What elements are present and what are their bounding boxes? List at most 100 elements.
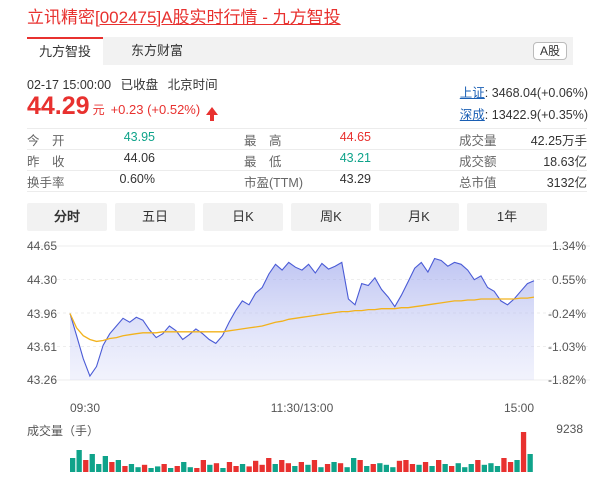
source-tab-bar: 九方智投 东方财富 A股 (27, 37, 573, 65)
index-value: : 13422.9(+0.35%) (484, 108, 588, 122)
stats-row: 换手率 0.60% 市盈(TTM) 43.29 总市值 3132亿 (27, 172, 587, 192)
price-tick: 44.65 (27, 239, 57, 253)
period-1year-button[interactable]: 1年 (467, 203, 547, 231)
volume-bar (148, 468, 154, 472)
price-tick: 43.26 (27, 373, 57, 387)
volume-bar (168, 468, 174, 472)
volume-bar (70, 458, 76, 472)
period-intraday-button[interactable]: 分时 (27, 203, 107, 231)
volume-bar (272, 464, 278, 472)
percent-tick: -0.24% (548, 307, 586, 321)
stat-value: 42.25万手 (530, 134, 587, 148)
stat-value: 0.60% (119, 172, 155, 186)
volume-bar (102, 456, 108, 472)
time-tick: 15:00 (504, 401, 534, 415)
volume-bar (344, 467, 350, 472)
intraday-chart: 44.65 44.30 43.96 43.61 43.26 1.34% 0.55… (27, 239, 590, 472)
volume-bar (155, 466, 161, 472)
volume-bar (200, 460, 206, 472)
volume-bar (409, 464, 416, 472)
stat-label: 成交量 (459, 134, 497, 148)
volume-bar (318, 467, 324, 472)
index-value: : 3468.04(+0.06%) (484, 86, 588, 100)
volume-bar (135, 467, 141, 472)
period-5day-button[interactable]: 五日 (115, 203, 195, 231)
percent-tick: -1.82% (548, 373, 586, 387)
volume-bar (298, 462, 304, 472)
index-name-link[interactable]: 上证 (460, 86, 485, 100)
volume-bar (181, 462, 187, 472)
stat-label: 最 高 (244, 134, 282, 148)
quote-datetime: 02-17 15:00:00 (27, 78, 112, 92)
volume-bar (383, 464, 389, 472)
volume-bar (351, 458, 357, 472)
tab-eastmoney[interactable]: 东方财富 (119, 37, 195, 65)
price-axis-labels: 44.65 44.30 43.96 43.61 43.26 (27, 239, 57, 387)
stats-row: 今 开 43.95 最 高 44.65 成交量 42.25万手 (27, 130, 587, 150)
volume-bar (507, 462, 514, 472)
stat-value: 3132亿 (546, 176, 587, 190)
stock-quote-link[interactable]: [002475]A股实时行情 - 九方智投 (95, 8, 341, 27)
price-tick: 43.96 (27, 307, 57, 321)
volume-bar (141, 464, 148, 472)
volume-bar (187, 467, 193, 472)
volume-bar (161, 464, 167, 472)
period-daily-k-button[interactable]: 日K (203, 203, 283, 231)
volume-bar (305, 464, 311, 472)
volume-bar (475, 460, 481, 472)
period-selector: 分时 五日 日K 周K 月K 1年 (27, 203, 547, 231)
volume-bar (266, 458, 272, 472)
volume-bar (390, 467, 396, 472)
volume-bar (279, 460, 285, 472)
stat-label: 最 低 (244, 155, 282, 169)
volume-bar (436, 460, 442, 472)
time-axis-labels: 09:30 11:30/13:00 15:00 (70, 401, 534, 415)
volume-bar (96, 464, 102, 472)
tab-label: 九方智投 (39, 44, 92, 59)
volume-bar (109, 462, 115, 472)
price-tick: 44.30 (27, 273, 57, 287)
volume-bar (311, 460, 318, 472)
stat-value: 43.95 (123, 130, 155, 144)
tab-label: 东方财富 (131, 43, 184, 58)
quote-meta: 02-17 15:00:00 已收盘 北京时间 (27, 74, 224, 93)
stat-label: 成交额 (459, 155, 497, 169)
volume-bar (429, 466, 435, 472)
volume-bar (76, 450, 82, 472)
stat-label: 换手率 (27, 176, 65, 190)
stat-label: 今 开 (27, 134, 65, 148)
percent-tick: 0.55% (552, 273, 586, 287)
volume-bar (462, 467, 468, 472)
tab-jiufang[interactable]: 九方智投 (27, 37, 104, 65)
volume-bar (416, 464, 422, 472)
volume-bar (396, 460, 403, 472)
volume-bar (292, 466, 298, 472)
index-name-link[interactable]: 深成 (460, 108, 485, 122)
stock-name: 立讯精密 (27, 8, 95, 27)
volume-bar (233, 466, 239, 472)
divider (27, 128, 587, 129)
volume-bar (442, 464, 448, 472)
volume-bar (468, 464, 474, 472)
volume-bar (89, 454, 95, 472)
volume-bar (520, 432, 527, 472)
volume-title: 成交量（手） (27, 424, 100, 438)
volume-bar (220, 468, 226, 472)
volume-bar (364, 466, 370, 472)
time-tick: 09:30 (70, 401, 100, 415)
stat-value: 43.21 (339, 151, 371, 165)
volume-bar (213, 463, 220, 472)
stat-label: 市盈(TTM) (244, 176, 304, 190)
divider (27, 170, 587, 171)
divider (27, 191, 587, 192)
price-unit: 元 (92, 103, 105, 117)
stat-label: 昨 收 (27, 155, 65, 169)
volume-bar (377, 463, 383, 472)
period-weekly-k-button[interactable]: 周K (291, 203, 371, 231)
volume-bar (449, 466, 455, 472)
period-monthly-k-button[interactable]: 月K (379, 203, 459, 231)
market-badge: A股 (532, 42, 567, 60)
percent-tick: 1.34% (552, 239, 586, 253)
volume-bar (337, 463, 344, 472)
price-row: 44.29 元 +0.23 (+0.52%) (27, 92, 219, 121)
